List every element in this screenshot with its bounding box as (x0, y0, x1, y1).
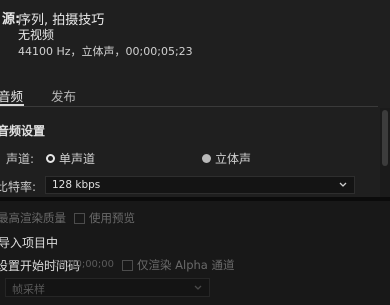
tab-audio[interactable]: 音频 (0, 86, 23, 105)
channel-label: 声道: (6, 152, 35, 166)
bitrate-select[interactable]: 128 kbps (45, 176, 355, 194)
radio-stereo-indicator (202, 154, 211, 163)
tab-publish[interactable]: 发布 (51, 86, 76, 105)
radio-mono-indicator (46, 154, 55, 163)
radio-stereo-label: 立体声 (215, 152, 252, 166)
scrollbar-thumb[interactable] (382, 110, 388, 166)
frame-sampling-select[interactable]: 帧采样 (5, 278, 210, 297)
max-render-quality-checkbox[interactable]: 最高渲染质量 (0, 210, 66, 226)
use-previews-box (74, 212, 85, 224)
use-previews-checkbox[interactable]: 使用预览 (74, 210, 135, 226)
frame-sampling-value: 帧采样 (12, 283, 45, 296)
source-video-info: 无视频 (18, 28, 55, 42)
radio-mono[interactable]: 单声道 (46, 150, 95, 167)
radio-mono-label: 单声道 (59, 152, 96, 166)
render-alpha-only-label: 仅渲染 Alpha 通道 (137, 258, 235, 272)
bitrate-label: 比特率: (0, 180, 37, 194)
max-render-quality-label: 最高渲染质量 (0, 211, 66, 225)
import-into-project-label[interactable]: 导入项目中 (0, 234, 58, 251)
chevron-down-icon (339, 182, 347, 187)
bitrate-value: 128 kbps (52, 179, 101, 191)
radio-stereo[interactable]: 立体声 (202, 150, 251, 167)
tab-divider (0, 106, 378, 107)
render-alpha-only-checkbox[interactable]: 仅渲染 Alpha 通道 (122, 257, 235, 273)
render-alpha-only-box (122, 259, 133, 271)
audio-settings-title: 音频设置 (0, 124, 46, 138)
chevron-down-icon (194, 285, 202, 290)
export-settings-panel: 源: 序列, 拍摄技巧 无视频 44100 Hz，立体声，00;00;05;23… (0, 0, 390, 197)
use-previews-label: 使用预览 (89, 211, 135, 225)
start-timecode-value[interactable]: 00;00;00;00 (53, 259, 114, 270)
source-audio-info: 44100 Hz，立体声，00;00;05;23 (18, 45, 193, 58)
